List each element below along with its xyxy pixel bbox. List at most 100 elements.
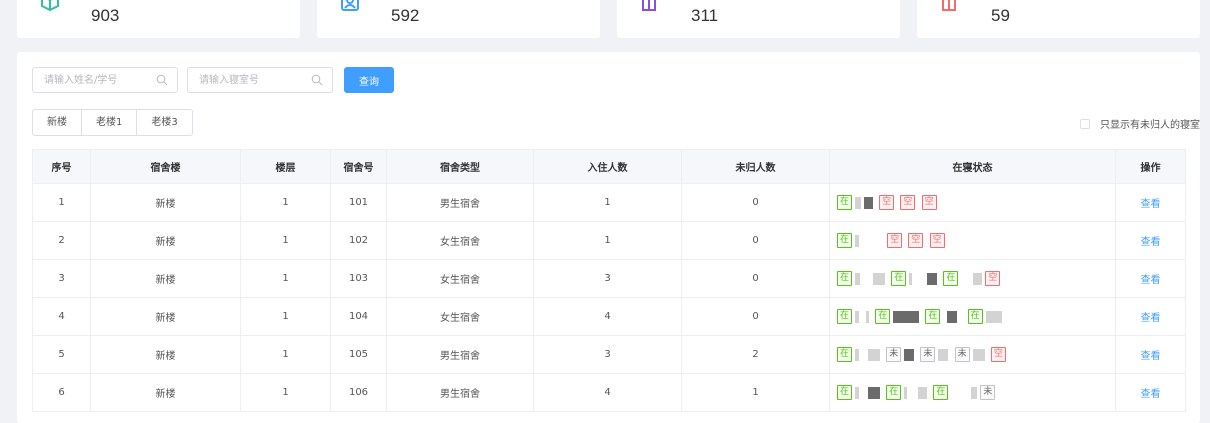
- status-tag-in: 在: [943, 271, 959, 286]
- dorm-table: 序号 宿舍楼 楼层 宿舍号 宿舍类型 入住人数 未归人数 在寝状态 操作 1 新…: [32, 149, 1186, 412]
- view-link[interactable]: 查看: [1141, 389, 1161, 400]
- stat-value: 592: [391, 6, 420, 25]
- cell-absent: 1: [681, 373, 830, 412]
- status-tag-in: 在: [891, 271, 907, 286]
- view-link[interactable]: 查看: [1141, 237, 1161, 248]
- query-button[interactable]: 查询: [344, 67, 394, 93]
- status-tag-in: 在: [933, 385, 949, 400]
- cell-absent: 0: [681, 221, 830, 260]
- absent-only-filter[interactable]: 只显示有未归人的寝室: [1080, 116, 1200, 131]
- cell-op: 查看: [1115, 259, 1186, 298]
- status-tag-in: 在: [967, 309, 983, 324]
- search-icon[interactable]: [156, 74, 168, 86]
- checkbox[interactable]: [1080, 118, 1090, 129]
- cell-op: 查看: [1115, 183, 1186, 222]
- redacted-name: [973, 272, 983, 285]
- main-panel: 查询 新楼 老楼1 老楼3 只显示有未归人的寝室 序号 宿舍楼 楼层 宿舍号 宿…: [17, 52, 1200, 423]
- view-link[interactable]: 查看: [1141, 199, 1161, 210]
- status-tag-in: 在: [875, 309, 891, 324]
- filter-label: 只显示有未归人的寝室: [1100, 120, 1200, 131]
- redacted-name: [855, 310, 860, 323]
- redacted-name: [918, 386, 928, 399]
- status-tag-empty: 空: [900, 195, 916, 210]
- table-row: 5 新楼 1 105 男生宿舍 3 2 在 未 未 未 空 查看: [32, 335, 1186, 374]
- room-search-input[interactable]: [188, 68, 308, 93]
- cell-room: 101: [330, 183, 387, 222]
- cell-op: 查看: [1115, 373, 1186, 412]
- cell-type: 女生宿舍: [386, 297, 534, 336]
- redacted-name: [868, 348, 881, 361]
- redacted-name: [855, 272, 861, 285]
- tab-building[interactable]: 老楼3: [137, 110, 191, 135]
- redacted-name: [938, 348, 949, 361]
- redacted-name: [866, 310, 870, 323]
- view-link[interactable]: 查看: [1141, 351, 1161, 362]
- col-header: 在寝状态: [829, 149, 1116, 184]
- cell-type: 男生宿舍: [386, 373, 534, 412]
- cell-occupants: 1: [533, 221, 682, 260]
- tab-building[interactable]: 老楼1: [82, 110, 138, 135]
- room-search-box: [187, 67, 333, 93]
- redacted-name: [927, 272, 938, 285]
- cell-status: 在 在 在 在: [829, 297, 1116, 336]
- col-header: 操作: [1115, 149, 1186, 184]
- cell-floor: 1: [240, 335, 331, 374]
- cell-index: 4: [32, 297, 91, 336]
- cell-type: 男生宿舍: [386, 183, 534, 222]
- cell-type: 女生宿舍: [386, 259, 534, 298]
- cell-op: 查看: [1115, 221, 1186, 260]
- cell-floor: 1: [240, 183, 331, 222]
- name-search-input[interactable]: [33, 68, 153, 93]
- status-tag-empty: 空: [985, 271, 1001, 286]
- cell-status: 在 空 空 空: [829, 221, 1116, 260]
- cell-floor: 1: [240, 221, 331, 260]
- status-tag-in: 在: [925, 309, 941, 324]
- stat-card-absent: 59: [917, 0, 1200, 38]
- redacted-name: [971, 386, 978, 399]
- col-header: 序号: [32, 149, 91, 184]
- redacted-name: [868, 386, 881, 399]
- cell-index: 3: [32, 259, 91, 298]
- cell-index: 5: [32, 335, 91, 374]
- status-tag-empty: 空: [908, 233, 924, 248]
- status-tag-out: 未: [920, 347, 936, 362]
- view-link[interactable]: 查看: [1141, 313, 1161, 324]
- cell-room: 102: [330, 221, 387, 260]
- redacted-name: [855, 234, 860, 247]
- search-icon[interactable]: [311, 74, 323, 86]
- redacted-name: [855, 196, 862, 209]
- cell-absent: 2: [681, 335, 830, 374]
- cell-building: 新楼: [90, 373, 241, 412]
- cell-absent: 0: [681, 259, 830, 298]
- redacted-name: [904, 348, 915, 361]
- status-tag-out: 未: [886, 347, 902, 362]
- status-tag-in: 在: [886, 385, 902, 400]
- cell-index: 1: [32, 183, 91, 222]
- tab-building[interactable]: 新楼: [33, 110, 82, 135]
- cell-room: 105: [330, 335, 387, 374]
- cell-building: 新楼: [90, 259, 241, 298]
- cell-absent: 0: [681, 183, 830, 222]
- status-tag-out: 未: [954, 347, 970, 362]
- stat-card-in: 592: [317, 0, 600, 38]
- cell-floor: 1: [240, 259, 331, 298]
- status-tag-in: 在: [837, 385, 853, 400]
- status-tag-in: 在: [837, 195, 853, 210]
- cell-index: 6: [32, 373, 91, 412]
- building-tabs: 新楼 老楼1 老楼3: [32, 109, 193, 136]
- col-header: 宿舍号: [330, 149, 387, 184]
- col-header: 宿舍类型: [386, 149, 534, 184]
- cell-occupants: 3: [533, 259, 682, 298]
- status-tag-empty: 空: [887, 233, 903, 248]
- cell-occupants: 3: [533, 335, 682, 374]
- table-row: 2 新楼 1 102 女生宿舍 1 0 在 空 空 空 查看: [32, 221, 1186, 260]
- redacted-name: [972, 348, 985, 361]
- redacted-name: [855, 348, 860, 361]
- stat-value: 311: [691, 6, 719, 25]
- cell-index: 2: [32, 221, 91, 260]
- cell-building: 新楼: [90, 183, 241, 222]
- stat-value: 903: [91, 6, 120, 25]
- status-tag-empty: 空: [879, 195, 895, 210]
- stat-card-out: 311: [617, 0, 900, 38]
- view-link[interactable]: 查看: [1141, 275, 1161, 286]
